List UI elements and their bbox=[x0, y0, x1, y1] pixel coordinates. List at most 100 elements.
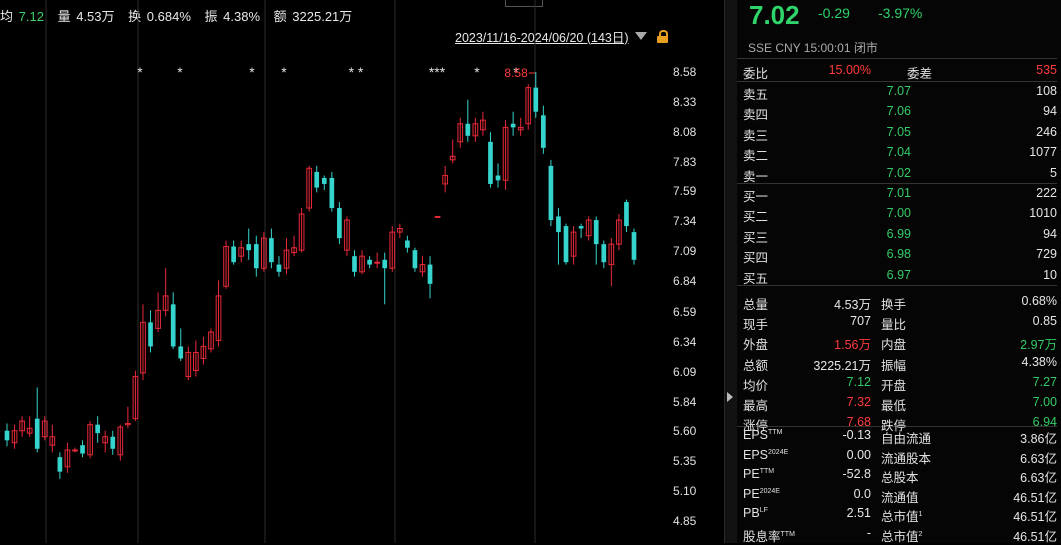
candle-body bbox=[329, 177, 335, 209]
quote-panel: 7.02 -0.29 -3.97% SSE CNY 15:00:01 闭市 委比… bbox=[737, 0, 1061, 544]
bid-volume: 10 bbox=[1043, 267, 1057, 282]
price-change-pct: -3.97% bbox=[878, 5, 923, 21]
ask-price: 7.02 bbox=[886, 165, 911, 180]
ask-row: 卖二 7.04 1077 bbox=[743, 143, 1057, 163]
stat-label: 现手 bbox=[743, 318, 769, 333]
y-tick-label: 7.09 bbox=[673, 244, 697, 259]
fundamentals-row: PETTM -52.8 总股本 6.63亿 bbox=[743, 465, 1057, 485]
candle-body bbox=[374, 261, 380, 264]
stat-label: 总量 bbox=[743, 298, 769, 312]
ask-label: 卖一 bbox=[743, 169, 769, 184]
candle-body bbox=[148, 322, 153, 347]
candle-body bbox=[488, 141, 493, 184]
bid-price: 6.97 bbox=[886, 267, 911, 282]
collapse-arrow-icon[interactable] bbox=[727, 392, 733, 402]
bid-label: 买五 bbox=[743, 271, 769, 286]
fund-label: EPSTTM bbox=[743, 428, 783, 442]
bid-volume: 729 bbox=[1036, 247, 1057, 262]
fund-value: 0.00 bbox=[846, 447, 871, 462]
ask-row: 卖三 7.05 246 bbox=[743, 123, 1057, 143]
fund-value: 6.63亿 bbox=[1020, 471, 1057, 485]
fundamentals-row: EPS2024E 0.00 流通股本 6.63亿 bbox=[743, 446, 1057, 466]
bid-row: 买四 6.98 729 bbox=[743, 245, 1057, 265]
fund-value: - bbox=[866, 525, 871, 540]
stat-value: 3225.21万 bbox=[813, 358, 871, 373]
fund-label-sup: 2024E bbox=[768, 448, 789, 456]
stat-label: 最高 bbox=[743, 399, 769, 413]
ask-volume: 1077 bbox=[1029, 145, 1057, 160]
divider bbox=[737, 58, 1057, 59]
candle-body bbox=[314, 171, 320, 188]
weibi-label: 委比 bbox=[743, 67, 769, 81]
bid-price: 6.99 bbox=[886, 226, 911, 241]
candle-body bbox=[72, 449, 78, 452]
fund-label-sup: 1 bbox=[918, 510, 923, 518]
fund-value: 0.0 bbox=[853, 486, 871, 501]
candle-body bbox=[367, 259, 372, 265]
candle-body bbox=[80, 445, 85, 454]
y-tick-label: 5.10 bbox=[673, 483, 697, 498]
stats-row: 总量 4.53万 换手 0.68% bbox=[743, 292, 1057, 312]
fund-label-sup: TTM bbox=[780, 530, 795, 538]
kline-chart-area[interactable]: 均 7.12 量 4.53万 换 0.684% 振 4.38% 额 3225.2… bbox=[0, 0, 724, 543]
stats-row: 外盘 1.56万 内盘 2.97万 bbox=[743, 332, 1057, 352]
fund-label: 自由流通 bbox=[881, 432, 932, 446]
bid-price: 7.00 bbox=[886, 206, 911, 221]
y-tick-label: 7.34 bbox=[673, 214, 697, 229]
bid-row: 买五 6.97 10 bbox=[743, 266, 1057, 286]
candle-body bbox=[269, 238, 274, 263]
stat-value: 2.97万 bbox=[1020, 338, 1057, 353]
y-tick-label: 6.59 bbox=[673, 304, 697, 319]
fundamentals-row: PBLF 2.51 总市值1 46.51亿 bbox=[743, 504, 1057, 524]
stat-label: 内盘 bbox=[881, 338, 907, 353]
bid-row: 买二 7.00 1010 bbox=[743, 204, 1057, 224]
stats-row: 均价 7.12 开盘 7.27 bbox=[743, 373, 1057, 393]
star-marker: * * bbox=[349, 64, 364, 80]
y-tick-label: 8.08 bbox=[673, 125, 697, 140]
candle-body bbox=[321, 177, 327, 184]
ask-volume: 246 bbox=[1036, 124, 1057, 139]
stat-value: 0.85 bbox=[1032, 314, 1057, 329]
candle-body bbox=[110, 436, 116, 449]
y-tick-label: 6.09 bbox=[673, 364, 697, 379]
bid-row: 买一 7.01 222 bbox=[743, 184, 1057, 204]
kline-svg[interactable]: * * * * * * *** * *8.58 bbox=[0, 0, 664, 543]
fund-value: 46.51亿 bbox=[1013, 490, 1057, 505]
candle-body bbox=[276, 264, 282, 272]
ask-row: 卖一 7.02 5 bbox=[743, 164, 1057, 184]
stat-value: 707 bbox=[850, 314, 871, 329]
high-price-label: 8.58 bbox=[504, 66, 528, 80]
stat-label: 开盘 bbox=[881, 378, 907, 393]
fund-label-sup: TTM bbox=[768, 428, 783, 436]
last-price: 7.02 bbox=[749, 0, 800, 30]
stats-row: 最高 7.32 最低 7.00 bbox=[743, 393, 1057, 413]
candle-body bbox=[624, 202, 629, 227]
fundamentals-row: EPSTTM -0.13 自由流通 3.86亿 bbox=[743, 426, 1057, 446]
ask-volume: 5 bbox=[1050, 165, 1057, 180]
panel-divider[interactable] bbox=[724, 0, 737, 543]
candle-body bbox=[601, 244, 607, 263]
stat-label: 总额 bbox=[743, 358, 769, 373]
bid-label: 买三 bbox=[743, 230, 769, 245]
fund-value: -52.8 bbox=[842, 467, 872, 481]
y-tick-label: 4.85 bbox=[673, 514, 697, 528]
star-marker: * bbox=[281, 64, 287, 80]
candle-body bbox=[465, 123, 471, 136]
bid-label: 买二 bbox=[743, 210, 769, 225]
ask-price: 7.07 bbox=[886, 84, 911, 98]
candle-body bbox=[434, 215, 441, 218]
stat-value: 0.68% bbox=[1021, 294, 1057, 308]
fund-label: 股息率TTM bbox=[743, 529, 795, 544]
candle-body bbox=[337, 208, 342, 239]
fundamentals-row: PE2024E 0.0 流通值 46.51亿 bbox=[743, 485, 1057, 505]
weibi-value: 15.00% bbox=[828, 63, 871, 77]
stats-row: 总额 3225.21万 振幅 4.38% bbox=[743, 353, 1057, 373]
stat-label: 量比 bbox=[881, 318, 907, 333]
bid-volume: 1010 bbox=[1029, 206, 1057, 221]
fund-value: 3.86亿 bbox=[1020, 432, 1057, 446]
fund-value: 46.51亿 bbox=[1013, 510, 1057, 524]
y-tick-label: 6.84 bbox=[673, 274, 697, 289]
star-marker: * bbox=[474, 64, 480, 80]
candle-body bbox=[382, 259, 388, 269]
candle-body bbox=[34, 418, 40, 449]
